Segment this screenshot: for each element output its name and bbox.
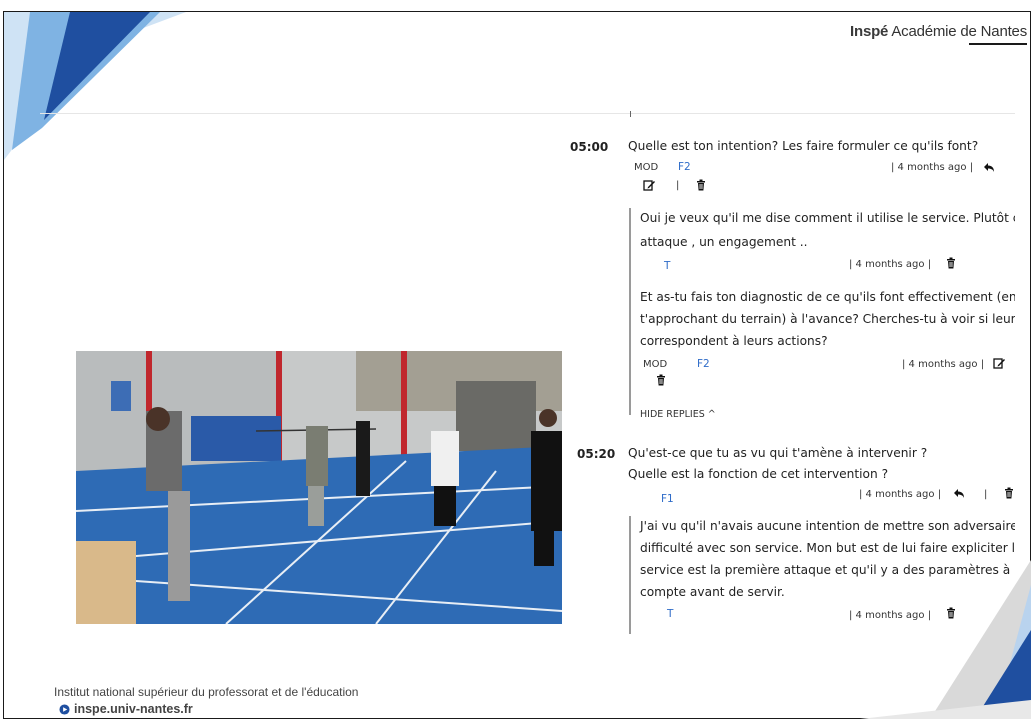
reply-text: difficulté avec son service. Mon but est… — [640, 541, 1015, 555]
trash-icon[interactable] — [945, 607, 957, 619]
timestamp[interactable]: 05:20 — [577, 447, 615, 461]
reply-text: Oui je veux qu'il me dise comment il uti… — [640, 211, 1015, 225]
reply-text: J'ai vu qu'il n'avais aucune intention d… — [640, 519, 1015, 533]
author-name[interactable]: F2 — [678, 161, 691, 173]
site-link-label[interactable]: inspe.univ-nantes.fr — [74, 702, 193, 716]
trash-icon[interactable] — [695, 179, 707, 191]
site-link[interactable]: inspe.univ-nantes.fr — [59, 702, 193, 716]
mod-badge: MOD — [634, 162, 659, 173]
timestamp[interactable]: 05:00 — [570, 140, 608, 154]
trash-icon[interactable] — [1003, 487, 1015, 499]
author-name[interactable]: T — [667, 608, 673, 620]
institute-name: Institut national supérieur du professor… — [54, 685, 359, 699]
reply-arrow-icon[interactable] — [983, 161, 995, 173]
reply-text: attaque , un engagement .. — [640, 235, 808, 249]
trash-icon[interactable] — [945, 257, 957, 269]
comment-age: | 4 months ago | — [859, 489, 942, 500]
reply-indent-bar — [629, 516, 631, 634]
separator: | — [984, 489, 988, 500]
reply-text: Et as-tu fais ton diagnostic de ce qu'il… — [640, 290, 1015, 304]
mod-badge: MOD — [643, 359, 668, 370]
edit-icon[interactable] — [643, 179, 655, 191]
play-circle-icon — [59, 703, 70, 715]
author-name[interactable]: F2 — [697, 358, 710, 370]
comment-age: | 4 months ago | — [891, 162, 974, 173]
reply-text: service est la première attaque et qu'il… — [640, 563, 1015, 577]
comment-age: | 4 months ago | — [849, 610, 932, 621]
comment-age: | 4 months ago | — [902, 359, 985, 370]
reply-text: correspondent à leurs actions? — [640, 334, 828, 348]
author-name[interactable]: F1 — [661, 493, 674, 505]
edit-icon[interactable] — [993, 357, 1005, 369]
comment-text: Quelle est ton intention? Les faire form… — [628, 139, 979, 153]
comment-age: | 4 months ago | — [849, 259, 932, 270]
video-player[interactable] — [76, 351, 562, 624]
hide-replies-button[interactable]: HIDE REPLIES ^ — [640, 409, 716, 420]
reply-text: t'approchant du terrain) à l'avance? Che… — [640, 312, 1015, 326]
author-name[interactable]: T — [664, 260, 670, 272]
comment-thread: Quelle est ton intention? Les faire form… — [615, 0, 1015, 724]
reply-indent-bar — [629, 208, 631, 415]
separator: | — [676, 180, 680, 191]
video-frame-image — [76, 351, 562, 624]
reply-arrow-icon[interactable] — [953, 487, 965, 499]
trash-icon[interactable] — [655, 374, 667, 386]
reply-text: compte avant de servir. — [640, 585, 785, 599]
comment-text: Quelle est la fonction de cet interventi… — [628, 467, 889, 481]
comment-text: Qu'est-ce que tu as vu qui t'amène à int… — [628, 446, 928, 460]
